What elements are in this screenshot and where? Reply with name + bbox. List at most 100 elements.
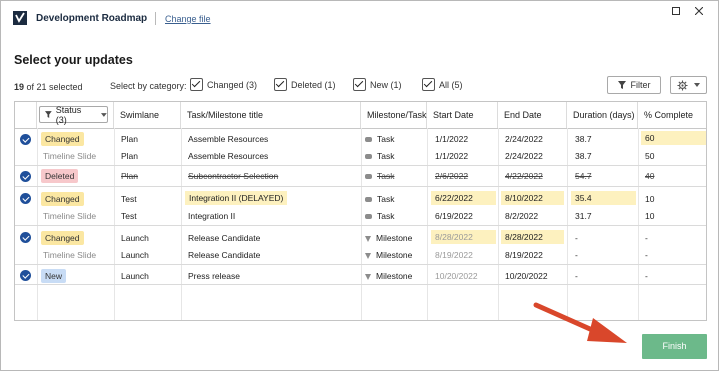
column-divider [361,128,362,320]
checkbox-new[interactable]: New (1) [353,78,402,91]
end-date-cell: 8/2/2022 [505,211,539,221]
complete-cell-changed: 60 [641,131,706,145]
column-header-duration[interactable]: Duration (days) [567,102,638,128]
type-cell: Task [365,151,394,161]
row-select-check[interactable] [20,171,31,182]
title-cell: Press release [188,271,240,281]
title-bar: Development Roadmap Change file [1,1,718,35]
start-date-cell: 10/20/2022 [435,271,478,281]
duration-cell: 54.7 [575,171,592,181]
column-divider [37,128,38,320]
swimlane-cell: Launch [121,271,149,281]
milestone-icon [365,252,371,259]
checkbox-new-label: New (1) [370,79,402,90]
filter-button[interactable]: Filter [607,76,661,94]
swimlane-cell: Plan [121,171,139,181]
column-header-swimlane[interactable]: Swimlane [114,102,181,128]
status-timeline-slide: Timeline Slide [43,211,97,221]
duration-cell: 31.7 [575,211,592,221]
row-divider [15,284,706,285]
funnel-icon [45,111,52,118]
column-header-select [15,102,37,128]
end-date-cell: 4/22/2022 [505,171,543,181]
complete-cell: - [645,250,648,260]
swimlane-cell: Launch [121,233,149,243]
app-logo-icon [13,11,27,25]
type-cell: Milestone [365,250,412,260]
row-select-check[interactable] [20,232,31,243]
app-title: Development Roadmap [36,13,148,24]
change-file-link[interactable]: Change file [165,14,211,24]
complete-cell: 50 [645,151,655,161]
checkbox-changed-box[interactable] [190,78,203,91]
complete-cell: 10 [645,211,655,221]
checkbox-all-box[interactable] [422,78,435,91]
row-divider [15,264,706,265]
finish-button[interactable]: Finish [642,334,707,359]
column-header-start-date[interactable]: Start Date [427,102,498,128]
checkbox-changed-label: Changed (3) [207,79,258,90]
status-filter-dropdown[interactable]: Status (3) [39,105,108,125]
complete-cell: 40 [645,171,655,181]
page-title: Select your updates [14,53,133,67]
title-cell: Assemble Resources [188,134,269,144]
task-icon [365,214,372,220]
checkbox-new-box[interactable] [353,78,366,91]
checkbox-changed[interactable]: Changed (3) [190,78,257,91]
end-date-cell-changed: 8/28/2022 [501,230,564,244]
checkbox-deleted-box[interactable] [274,78,287,91]
complete-cell: - [645,271,648,281]
status-badge: Changed [41,192,84,206]
row-select-check[interactable] [20,134,31,145]
column-header-end-date[interactable]: End Date [498,102,567,128]
swimlane-cell: Launch [121,250,149,260]
selected-count-number: 19 [14,82,25,92]
title-cell: Assemble Resources [188,151,269,161]
complete-cell: - [645,233,648,243]
row-select-check[interactable] [20,193,31,204]
maximize-icon[interactable] [670,7,682,18]
title-cell: Release Candidate [188,250,261,260]
type-cell: Task [365,211,394,221]
start-date-cell: 2/6/2022 [435,171,469,181]
column-divider [181,128,182,320]
chevron-down-icon [101,112,107,117]
task-icon [365,197,372,203]
end-date-cell: 8/19/2022 [505,250,543,260]
end-date-cell: 10/20/2022 [505,271,548,281]
title-cell-changed: Integration II (DELAYED) [185,191,288,205]
type-cell-label: Milestone [376,271,413,281]
checkbox-deleted-label: Deleted (1) [291,79,336,90]
column-header-type[interactable]: Milestone/Task [361,102,427,128]
selected-count: 19 of 21 selected [14,82,83,92]
title-cell: Integration II [188,211,236,221]
duration-cell: - [575,250,578,260]
title-cell: Release Candidate [188,233,261,243]
start-date-cell: 1/1/2022 [435,134,469,144]
type-cell: Task [365,194,394,204]
swimlane-cell: Plan [121,151,139,161]
milestone-icon [365,273,371,280]
checkbox-deleted[interactable]: Deleted (1) [274,78,336,91]
updates-table: Status (3) Swimlane Task/Milestone title… [14,101,707,321]
row-divider [15,165,706,166]
column-divider [567,128,568,320]
type-cell: Milestone [365,233,412,243]
funnel-icon [617,81,626,89]
column-header-complete[interactable]: % Complete [638,102,706,128]
category-label: Select by category: [110,81,187,91]
checkbox-all[interactable]: All (5) [422,78,463,91]
title-separator [155,12,156,25]
duration-cell: - [575,271,578,281]
status-badge: Deleted [41,169,79,183]
duration-cell-changed: 35.4 [571,191,636,205]
swimlane-cell: Test [121,211,137,221]
close-icon[interactable] [693,6,705,18]
status-badge: Changed [41,132,84,146]
row-divider [15,225,706,226]
column-header-title[interactable]: Task/Milestone title [181,102,361,128]
row-select-check[interactable] [20,270,31,281]
type-cell: Task [365,134,394,144]
settings-dropdown[interactable] [670,76,707,94]
start-date-cell-changed: 8/28/2022 [431,230,496,244]
